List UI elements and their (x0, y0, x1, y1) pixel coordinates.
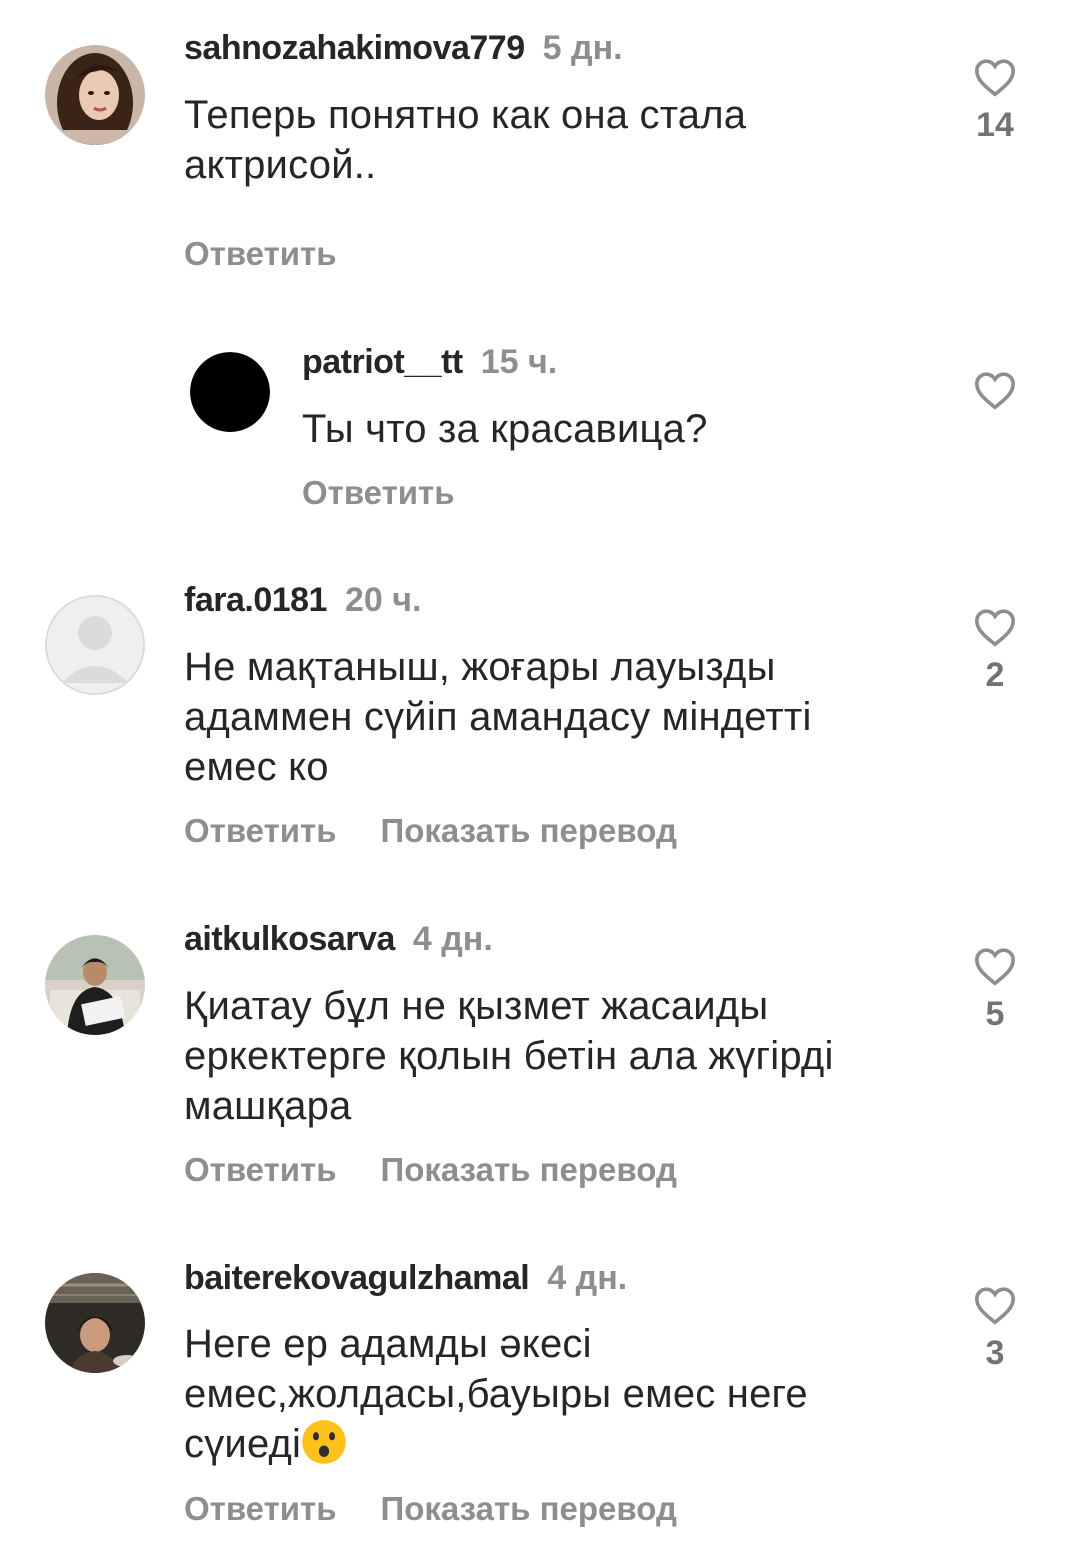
like-control: 5 (950, 946, 1040, 1034)
avatar[interactable] (45, 935, 145, 1035)
username[interactable]: patriot__tt (302, 343, 463, 381)
timestamp: 4 дн. (412, 920, 493, 958)
heart-icon[interactable] (973, 1285, 1017, 1325)
avatar[interactable] (45, 595, 145, 695)
reply-button[interactable]: Ответить (184, 811, 337, 851)
comment-actions: Ответить Показать перевод (184, 1150, 677, 1190)
like-control: 3 (950, 1285, 1040, 1373)
show-translation-button[interactable]: Показать перевод (381, 1489, 677, 1529)
heart-icon[interactable] (973, 946, 1017, 986)
comment-actions: Ответить Показать перевод (184, 1489, 677, 1529)
user-photo-avatar-icon (45, 1273, 145, 1373)
comment-text: Қиатау бұл не қызмет жасаиды еркектерге … (184, 984, 834, 1128)
like-count: 5 (985, 995, 1005, 1033)
comment-actions: Ответить (302, 473, 455, 513)
comment-header: baiterekovagulzhamal 4 дн. (184, 1258, 627, 1298)
like-count: 14 (976, 106, 1014, 144)
avatar[interactable] (45, 45, 145, 145)
user-photo-avatar-icon (45, 45, 145, 145)
show-translation-button[interactable]: Показать перевод (381, 1150, 677, 1190)
timestamp: 15 ч. (480, 343, 558, 381)
reply-button[interactable]: Ответить (184, 1150, 337, 1190)
show-translation-button[interactable]: Показать перевод (381, 811, 677, 851)
username[interactable]: aitkulkosarva (184, 920, 395, 958)
comment-actions: Ответить Показать перевод (184, 811, 677, 851)
like-control: 2 (950, 607, 1040, 695)
comment-header: patriot__tt 15 ч. (302, 342, 557, 382)
heart-icon[interactable] (973, 57, 1017, 97)
hushed-face-emoji-icon (302, 1420, 346, 1464)
heart-icon[interactable] (973, 370, 1017, 410)
reply-button[interactable]: Ответить (302, 473, 455, 513)
like-count: 2 (985, 656, 1005, 694)
comment-text-content: Неге ер адамды әкесі емес,жолдасы,бауыры… (184, 1322, 808, 1466)
comment-header: aitkulkosarva 4 дн. (184, 919, 493, 959)
username[interactable]: baiterekovagulzhamal (184, 1259, 530, 1297)
default-user-avatar-icon (47, 597, 143, 693)
reply-button[interactable]: Ответить (184, 234, 337, 274)
comment-header: sahnozahakimova779 5 дн. (184, 28, 623, 68)
like-count: 3 (985, 1334, 1005, 1372)
comment-text: Ты что за красавица? (302, 407, 708, 451)
username[interactable]: sahnozahakimova779 (184, 29, 525, 67)
black-circle-avatar-icon (190, 352, 270, 432)
comment-text: Неге ер адамды әкесі емес,жолдасы,бауыры… (184, 1319, 914, 1469)
comment-text: Теперь понятно как она стала актрисой.. (184, 93, 747, 187)
like-control (950, 370, 1040, 410)
comment-actions: Ответить (184, 234, 337, 274)
comment-text: Не мақтаныш, жоғары лауызды адаммен сүйі… (184, 645, 812, 789)
heart-icon[interactable] (973, 607, 1017, 647)
timestamp: 5 дн. (542, 29, 623, 67)
user-photo-avatar-icon (45, 935, 145, 1035)
comment-header: fara.0181 20 ч. (184, 580, 421, 620)
like-control: 14 (950, 57, 1040, 145)
timestamp: 20 ч. (344, 581, 422, 619)
avatar[interactable] (190, 352, 270, 432)
reply-button[interactable]: Ответить (184, 1489, 337, 1529)
username[interactable]: fara.0181 (184, 581, 327, 619)
timestamp: 4 дн. (547, 1259, 628, 1297)
avatar[interactable] (45, 1273, 145, 1373)
